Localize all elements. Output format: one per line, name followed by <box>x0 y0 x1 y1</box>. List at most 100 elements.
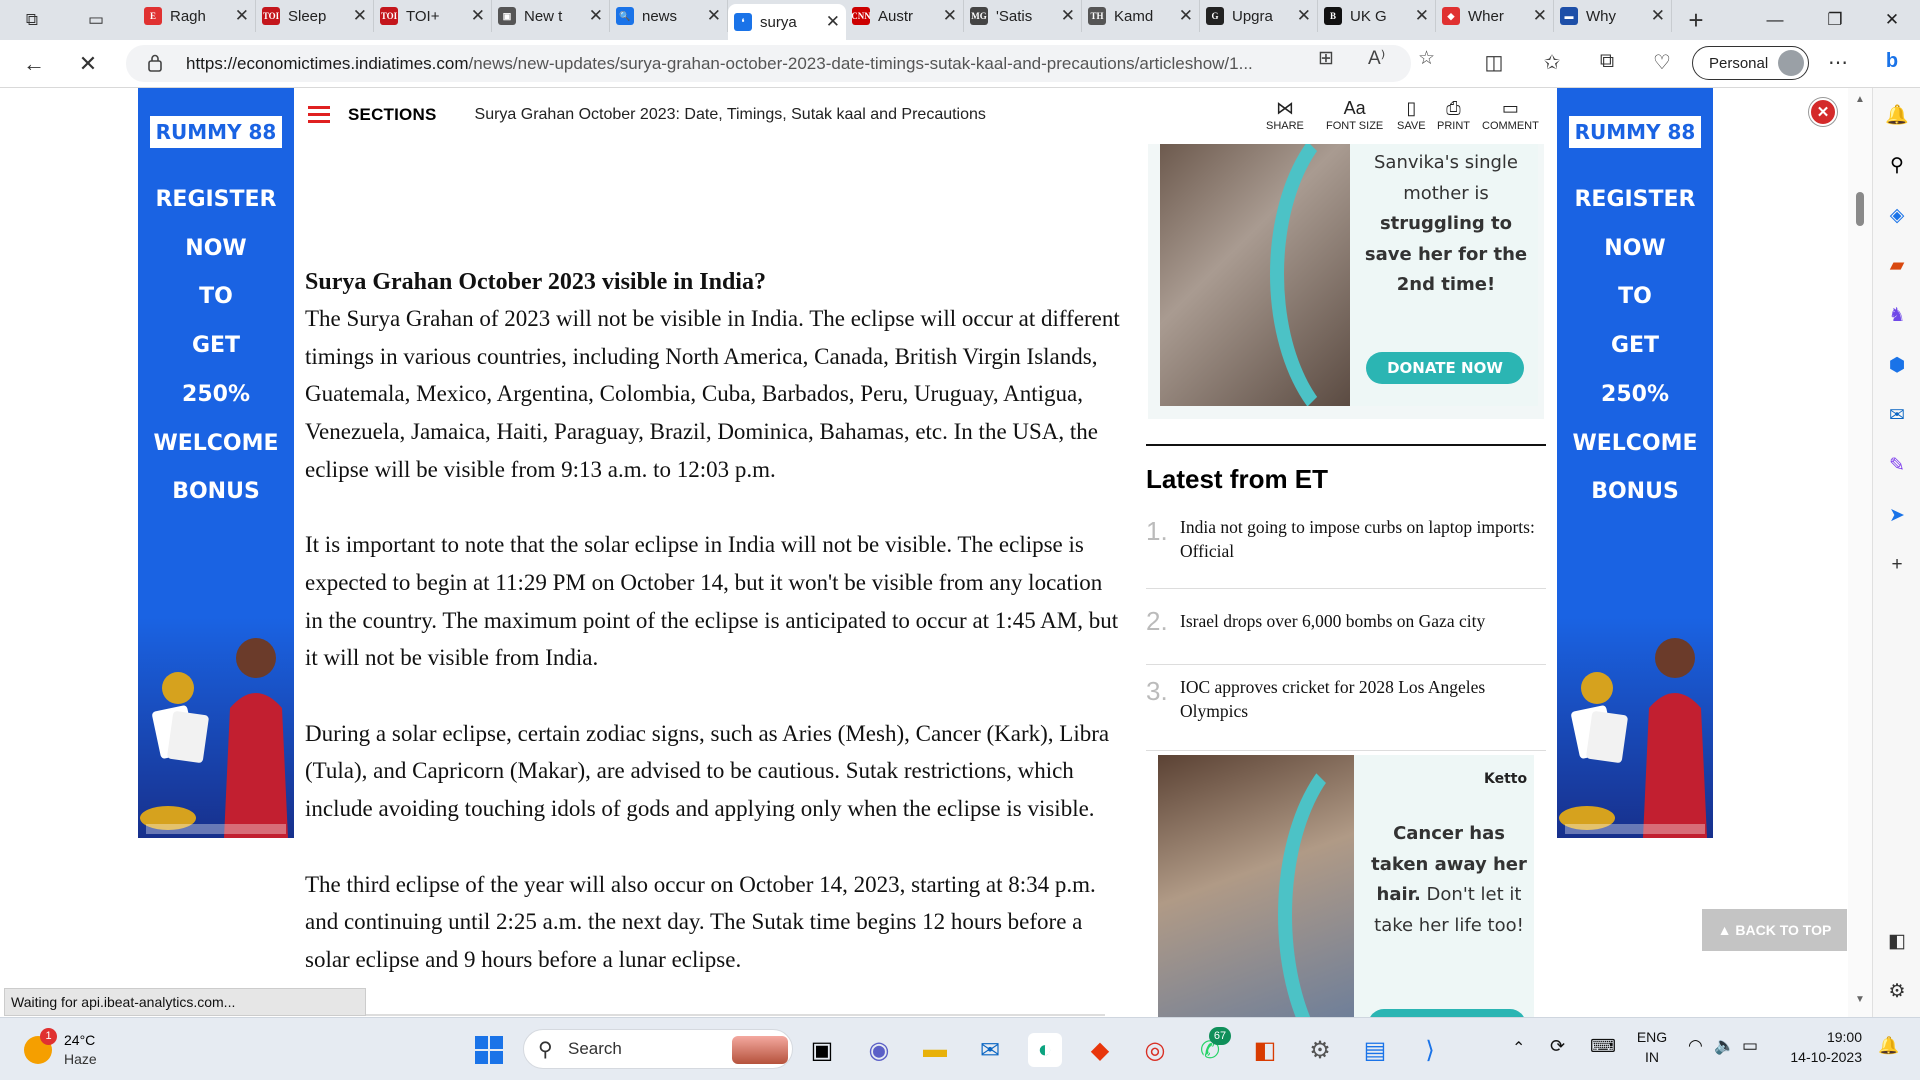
url-field[interactable]: https://economictimes.indiatimes.com/new… <box>126 45 1411 82</box>
save-button[interactable]: ▯ SAVE <box>1397 98 1426 132</box>
file-explorer-icon[interactable]: ▬ <box>918 1033 952 1067</box>
notifications-icon[interactable]: 🔔 <box>1883 102 1911 128</box>
close-window-button[interactable]: ✕ <box>1862 0 1920 40</box>
profile-button[interactable]: Personal <box>1692 46 1809 80</box>
search-icon[interactable]: ⚲ <box>1883 152 1911 178</box>
sync-icon[interactable]: ⟳ <box>1550 1036 1565 1057</box>
back-to-top-button[interactable]: ▲ BACK TO TOP <box>1702 909 1847 951</box>
chrome-icon[interactable]: ◎ <box>1138 1033 1172 1067</box>
latest-item-title[interactable]: IOC approves cricket for 2028 Los Angele… <box>1180 675 1535 723</box>
designer-icon[interactable]: ✎ <box>1883 452 1911 478</box>
donation-ad-2[interactable]: Ketto Cancer has taken away her hair. Do… <box>1158 755 1534 1017</box>
hide-sidebar-icon[interactable]: ◧ <box>1883 928 1911 954</box>
close-tab-icon[interactable]: ✕ <box>1533 6 1547 26</box>
browser-essentials-icon[interactable]: ♡ <box>1648 50 1676 75</box>
latest-item-title[interactable]: India not going to impose curbs on lapto… <box>1180 515 1535 563</box>
app-red-diamond-icon[interactable]: ◆ <box>1083 1033 1117 1067</box>
latest-item[interactable]: 3. IOC approves cricket for 2028 Los Ange… <box>1146 665 1546 751</box>
close-tab-icon[interactable]: ✕ <box>826 12 840 32</box>
latest-item[interactable]: 2. Israel drops over 6,000 bombs on Gaza … <box>1146 589 1546 665</box>
stop-loading-button[interactable]: ✕ <box>72 48 104 80</box>
font-size-button[interactable]: Aa FONT SIZE <box>1326 98 1383 132</box>
shopping-icon[interactable]: ◈ <box>1883 202 1911 228</box>
comment-button[interactable]: ▭ COMMENT <box>1482 98 1539 132</box>
browser-tab[interactable]: E Ragh ✕ <box>138 0 256 32</box>
close-tab-icon[interactable]: ✕ <box>1297 6 1311 26</box>
wifi-icon[interactable]: ◠ <box>1688 1036 1703 1056</box>
close-ad-button[interactable]: ✕ <box>1809 98 1837 126</box>
close-tab-icon[interactable]: ✕ <box>943 6 957 26</box>
hamburger-icon[interactable] <box>308 106 330 124</box>
teams-chat-icon[interactable]: ◉ <box>862 1033 896 1067</box>
tray-chevron-icon[interactable]: ⌃ <box>1512 1038 1525 1058</box>
browser-tab[interactable]: 🔍 news ✕ <box>610 0 728 32</box>
browser-tab[interactable]: ◆ Wher ✕ <box>1436 0 1554 32</box>
close-tab-icon[interactable]: ✕ <box>1061 6 1075 26</box>
keyboard-icon[interactable]: ⌨ <box>1590 1036 1616 1057</box>
taskbar-search[interactable]: ⚲ Search <box>523 1029 793 1069</box>
latest-item[interactable]: 1. India not going to impose curbs on lap… <box>1146 505 1546 589</box>
donation-ad-1[interactable]: Sanvika's single mother is struggling to … <box>1148 144 1544 419</box>
browser-tab[interactable]: TOI Sleep ✕ <box>256 0 374 32</box>
copilot-icon[interactable]: b <box>1878 50 1906 73</box>
language-indicator[interactable]: ENG IN <box>1634 1027 1670 1067</box>
microsoft-365-icon[interactable]: ⬢ <box>1883 352 1911 378</box>
tools-icon[interactable]: ▰ <box>1883 252 1911 278</box>
close-tab-icon[interactable]: ✕ <box>707 6 721 26</box>
browser-tab[interactable]: ▣ New t ✕ <box>492 0 610 32</box>
battery-icon[interactable]: ▭ <box>1742 1036 1758 1056</box>
new-tab-button[interactable]: + <box>1676 4 1716 36</box>
left-ad-banner[interactable]: RUMMY 88 REGISTER NOW TO GET 250% WELCOME BONU… <box>138 88 294 838</box>
games-icon[interactable]: ♞ <box>1883 302 1911 328</box>
weather-widget[interactable]: 1 24°C Haze <box>20 1028 120 1072</box>
notification-bell-icon[interactable]: 🔔 <box>1878 1036 1899 1056</box>
page-scrollbar[interactable]: ▲ ▼ <box>1848 88 1872 1017</box>
scroll-up-arrow[interactable]: ▲ <box>1855 94 1865 105</box>
read-aloud-icon[interactable]: A⁾ <box>1368 47 1385 70</box>
close-tab-icon[interactable]: ✕ <box>235 6 249 26</box>
notepad-icon[interactable]: ▤ <box>1358 1033 1392 1067</box>
browser-tab[interactable]: ❛ surya ✕ <box>728 4 846 40</box>
browser-tab[interactable]: ▬ Why ✕ <box>1554 0 1672 32</box>
whatsapp-icon[interactable]: ✆ 67 <box>1193 1027 1231 1067</box>
restore-button[interactable]: ❐ <box>1805 0 1865 40</box>
close-tab-icon[interactable]: ✕ <box>1651 6 1665 26</box>
favorite-star-icon[interactable]: ☆ <box>1418 47 1435 70</box>
outlook-icon[interactable]: ✉ <box>1883 402 1911 428</box>
start-button[interactable] <box>472 1033 506 1067</box>
print-button[interactable]: ⎙ PRINT <box>1437 98 1470 132</box>
split-screen-icon[interactable]: ◫ <box>1480 50 1508 75</box>
browser-tab[interactable]: CNN Austr ✕ <box>846 0 964 32</box>
settings-icon[interactable]: ⚙ <box>1303 1033 1337 1067</box>
add-sidebar-app-icon[interactable]: + <box>1883 552 1911 578</box>
mail-icon[interactable]: ✉ <box>973 1033 1007 1067</box>
send-icon[interactable]: ➤ <box>1883 502 1911 528</box>
browser-tab[interactable]: MG 'Satis ✕ <box>964 0 1082 32</box>
scroll-down-arrow[interactable]: ▼ <box>1855 994 1865 1005</box>
share-button[interactable]: ⋈ SHARE <box>1266 98 1304 132</box>
task-view-icon[interactable]: ▣ <box>805 1033 839 1067</box>
close-tab-icon[interactable]: ✕ <box>1415 6 1429 26</box>
vscode-icon[interactable]: ⟩ <box>1413 1033 1447 1067</box>
browser-tab[interactable]: TOI TOI+ ✕ <box>374 0 492 32</box>
workspaces-icon[interactable]: ⧉ <box>12 4 52 36</box>
sidebar-settings-icon[interactable]: ⚙ <box>1883 978 1911 1004</box>
close-tab-icon[interactable]: ✕ <box>1179 6 1193 26</box>
right-ad-banner[interactable]: RUMMY 88 REGISTER NOW TO GET 250% WELCOME BONU… <box>1557 88 1713 838</box>
browser-tab[interactable]: G Upgra ✕ <box>1200 0 1318 32</box>
favorites-icon[interactable]: ✩ <box>1538 50 1566 75</box>
edge-icon[interactable]: ◐ <box>1028 1033 1062 1067</box>
donate-now-button[interactable]: DONATE NOW <box>1366 352 1524 384</box>
browser-tab[interactable]: TH Kamd ✕ <box>1082 0 1200 32</box>
collections-icon[interactable]: ⧉ <box>1593 50 1621 73</box>
scrollbar-thumb[interactable] <box>1856 192 1864 226</box>
close-tab-icon[interactable]: ✕ <box>589 6 603 26</box>
app-available-icon[interactable]: ⊞ <box>1318 47 1334 70</box>
office-icon[interactable]: ◧ <box>1248 1033 1282 1067</box>
sections-link[interactable]: SECTIONS <box>348 105 437 125</box>
back-button[interactable]: ← <box>18 48 50 80</box>
close-tab-icon[interactable]: ✕ <box>471 6 485 26</box>
close-tab-icon[interactable]: ✕ <box>353 6 367 26</box>
latest-item-title[interactable]: Israel drops over 6,000 bombs on Gaza ci… <box>1180 609 1535 633</box>
more-menu-icon[interactable]: ⋯ <box>1824 50 1852 75</box>
